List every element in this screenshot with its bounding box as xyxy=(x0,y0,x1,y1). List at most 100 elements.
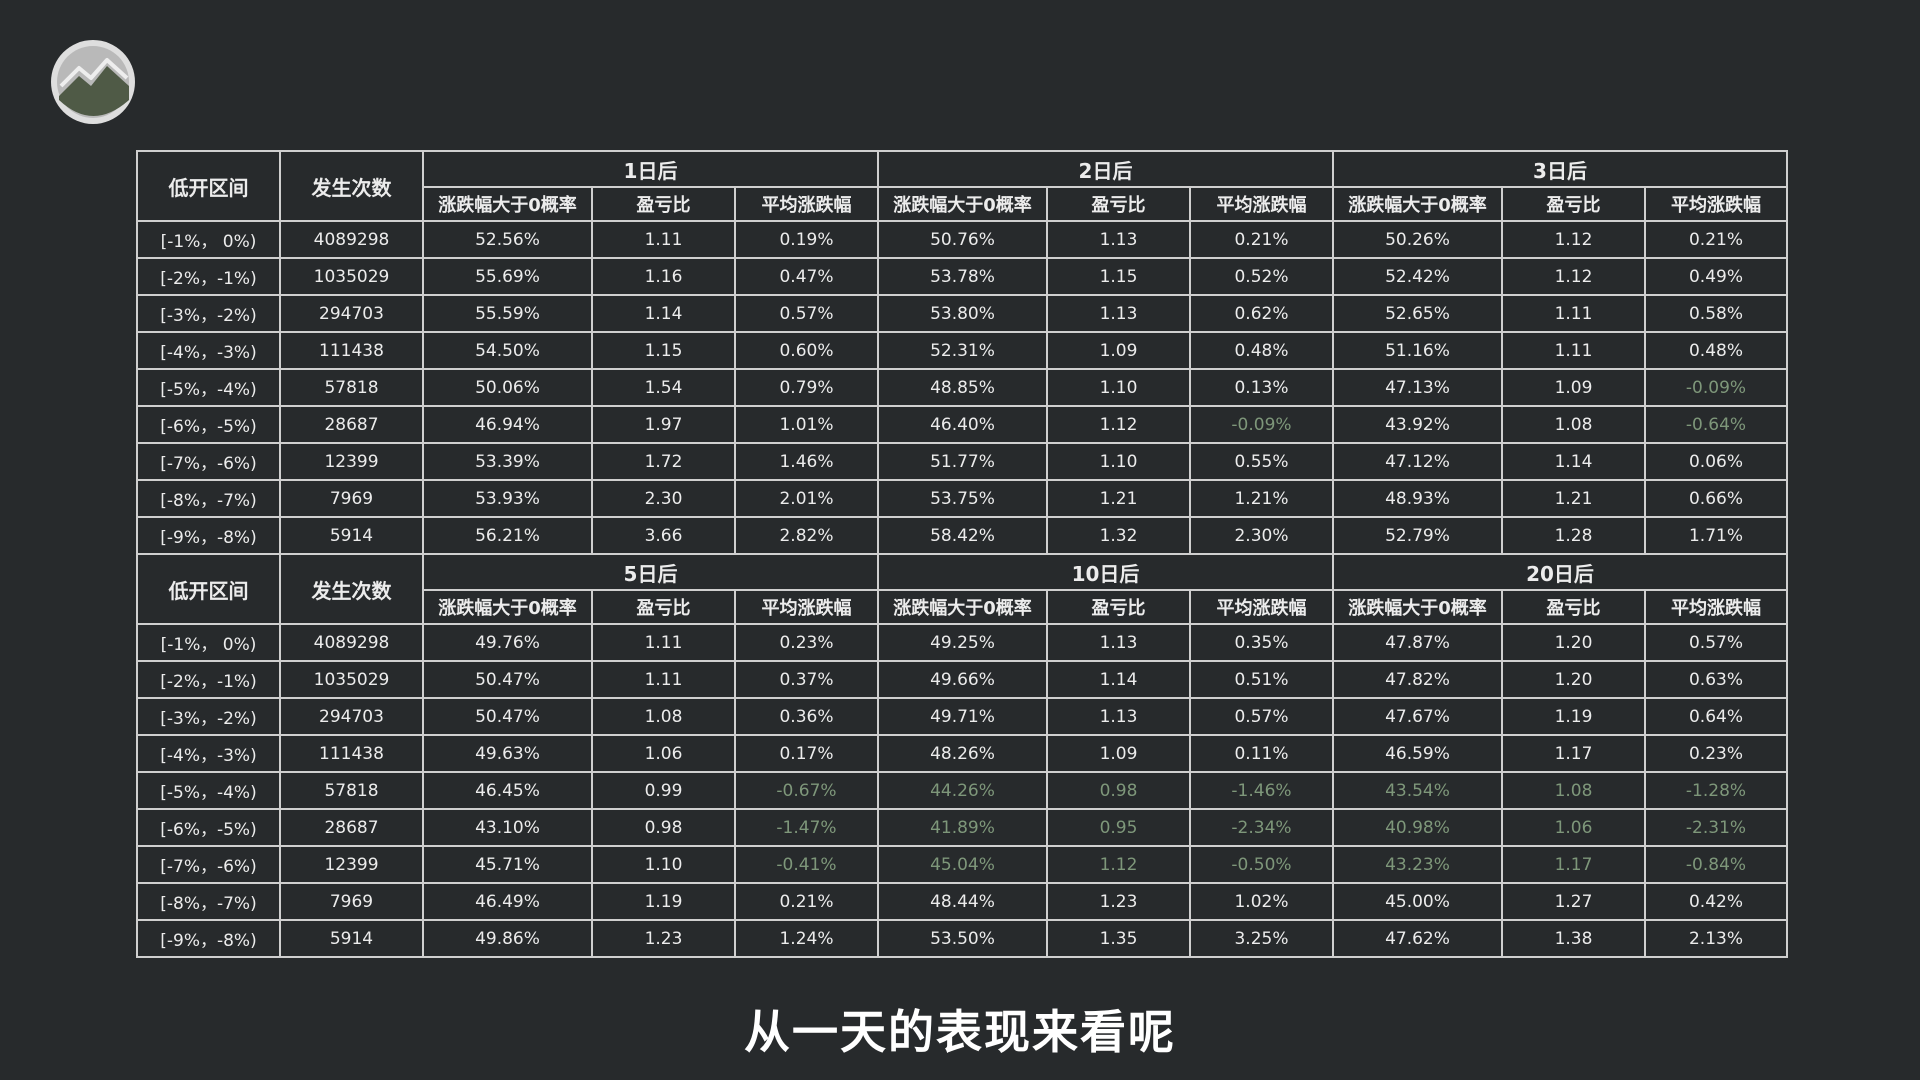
value-cell: 48.93% xyxy=(1332,479,1503,518)
value-cell: 1.23 xyxy=(1046,882,1191,921)
value-cell: 52.42% xyxy=(1332,257,1503,296)
value-cell: 49.86% xyxy=(422,919,593,958)
value-cell: -0.50% xyxy=(1189,845,1334,884)
count-cell: 294703 xyxy=(279,294,424,333)
value-cell: 1.28 xyxy=(1501,516,1646,555)
value-cell: 1.15 xyxy=(1046,257,1191,296)
value-cell: 56.21% xyxy=(422,516,593,555)
period-group-header: 10日后 xyxy=(877,553,1334,591)
value-cell: 1.14 xyxy=(591,294,736,333)
interval-cell: [-5%，-4%) xyxy=(136,368,281,407)
table-row: [-7%，-6%) 12399 45.71% 1.10 -0.41% 45.04% 1.12… xyxy=(136,845,1788,884)
value-cell: 2.01% xyxy=(734,479,879,518)
value-cell: 53.80% xyxy=(877,294,1048,333)
value-cell: 1.97 xyxy=(591,405,736,444)
value-cell: 50.06% xyxy=(422,368,593,407)
count-cell: 294703 xyxy=(279,697,424,736)
value-cell: 51.16% xyxy=(1332,331,1503,370)
value-cell: 1.13 xyxy=(1046,697,1191,736)
table-row: [-8%，-7%) 7969 46.49% 1.19 0.21% 48.44% 1.23 1.… xyxy=(136,882,1788,921)
value-cell: 49.66% xyxy=(877,660,1048,699)
value-cell: 48.26% xyxy=(877,734,1048,773)
value-cell: 45.04% xyxy=(877,845,1048,884)
value-cell: 2.30 xyxy=(591,479,736,518)
interval-cell: [-3%，-2%) xyxy=(136,294,281,333)
value-cell: 52.65% xyxy=(1332,294,1503,333)
value-cell: -0.84% xyxy=(1644,845,1788,884)
value-cell: 55.59% xyxy=(422,294,593,333)
value-cell: 0.11% xyxy=(1189,734,1334,773)
value-cell: 1.13 xyxy=(1046,623,1191,662)
count-cell: 5914 xyxy=(279,919,424,958)
count-cell: 28687 xyxy=(279,405,424,444)
value-cell: 1.11 xyxy=(591,660,736,699)
metric-header: 盈亏比 xyxy=(591,186,736,222)
value-cell: 0.17% xyxy=(734,734,879,773)
interval-cell: [-7%，-6%) xyxy=(136,442,281,481)
value-cell: -2.34% xyxy=(1189,808,1334,847)
value-cell: 1.11 xyxy=(591,220,736,259)
value-cell: 1.19 xyxy=(591,882,736,921)
count-cell: 5914 xyxy=(279,516,424,555)
period-group-header: 20日后 xyxy=(1332,553,1788,591)
value-cell: 1.10 xyxy=(591,845,736,884)
value-cell: 45.00% xyxy=(1332,882,1503,921)
value-cell: 47.13% xyxy=(1332,368,1503,407)
value-cell: 50.47% xyxy=(422,697,593,736)
value-cell: 1.09 xyxy=(1501,368,1646,407)
value-cell: 0.62% xyxy=(1189,294,1334,333)
table-row: [-3%，-2%) 294703 50.47% 1.08 0.36% 49.71% 1.13… xyxy=(136,697,1788,736)
table-row: [-3%，-2%) 294703 55.59% 1.14 0.57% 53.80% 1.13… xyxy=(136,294,1788,333)
value-cell: 47.62% xyxy=(1332,919,1503,958)
count-cell: 1035029 xyxy=(279,660,424,699)
interval-cell: [-2%，-1%) xyxy=(136,257,281,296)
value-cell: 1.10 xyxy=(1046,368,1191,407)
video-frame: 低开区间 发生次数 1日后 2日后 3日后 涨跌幅大于0概率 盈亏比 平均涨跌幅 涨跌幅大于0概… xyxy=(0,0,1920,1080)
value-cell: 1.35 xyxy=(1046,919,1191,958)
count-cell: 57818 xyxy=(279,368,424,407)
count-cell: 7969 xyxy=(279,479,424,518)
value-cell: 1.23 xyxy=(591,919,736,958)
value-cell: 0.48% xyxy=(1644,331,1788,370)
metric-header: 涨跌幅大于0概率 xyxy=(422,589,593,625)
group-header-row: 低开区间 发生次数 1日后 2日后 3日后 xyxy=(136,150,1788,222)
metric-header: 盈亏比 xyxy=(591,589,736,625)
value-cell: 1.24% xyxy=(734,919,879,958)
value-cell: 47.82% xyxy=(1332,660,1503,699)
value-cell: 48.85% xyxy=(877,368,1048,407)
metric-header: 平均涨跌幅 xyxy=(734,589,879,625)
interval-cell: [-1%， 0%) xyxy=(136,623,281,662)
count-cell: 28687 xyxy=(279,808,424,847)
metric-header: 平均涨跌幅 xyxy=(1644,589,1788,625)
value-cell: 1.01% xyxy=(734,405,879,444)
metric-header: 平均涨跌幅 xyxy=(1644,186,1788,222)
table-row: [-2%，-1%) 1035029 55.69% 1.16 0.47% 53.78% 1.1… xyxy=(136,257,1788,296)
metric-header: 涨跌幅大于0概率 xyxy=(877,589,1048,625)
table-row: [-9%，-8%) 5914 56.21% 3.66 2.82% 58.42% 1.32 2.… xyxy=(136,516,1788,555)
value-cell: 1.11 xyxy=(1501,294,1646,333)
value-cell: 0.23% xyxy=(1644,734,1788,773)
value-cell: 53.39% xyxy=(422,442,593,481)
value-cell: 0.49% xyxy=(1644,257,1788,296)
value-cell: 44.26% xyxy=(877,771,1048,810)
value-cell: 53.78% xyxy=(877,257,1048,296)
value-cell: 0.57% xyxy=(1644,623,1788,662)
value-cell: 3.25% xyxy=(1189,919,1334,958)
value-cell: 43.54% xyxy=(1332,771,1503,810)
metric-header: 平均涨跌幅 xyxy=(1189,186,1334,222)
period-group-header: 1日后 xyxy=(422,150,879,188)
value-cell: 1.08 xyxy=(1501,771,1646,810)
value-cell: 52.79% xyxy=(1332,516,1503,555)
interval-cell: [-3%，-2%) xyxy=(136,697,281,736)
value-cell: 1.71% xyxy=(1644,516,1788,555)
value-cell: 58.42% xyxy=(877,516,1048,555)
metric-header: 盈亏比 xyxy=(1501,589,1646,625)
value-cell: 40.98% xyxy=(1332,808,1503,847)
value-cell: 0.21% xyxy=(1189,220,1334,259)
value-cell: 54.50% xyxy=(422,331,593,370)
value-cell: 55.69% xyxy=(422,257,593,296)
count-cell: 111438 xyxy=(279,331,424,370)
value-cell: 1.09 xyxy=(1046,734,1191,773)
value-cell: 53.75% xyxy=(877,479,1048,518)
value-cell: 53.50% xyxy=(877,919,1048,958)
